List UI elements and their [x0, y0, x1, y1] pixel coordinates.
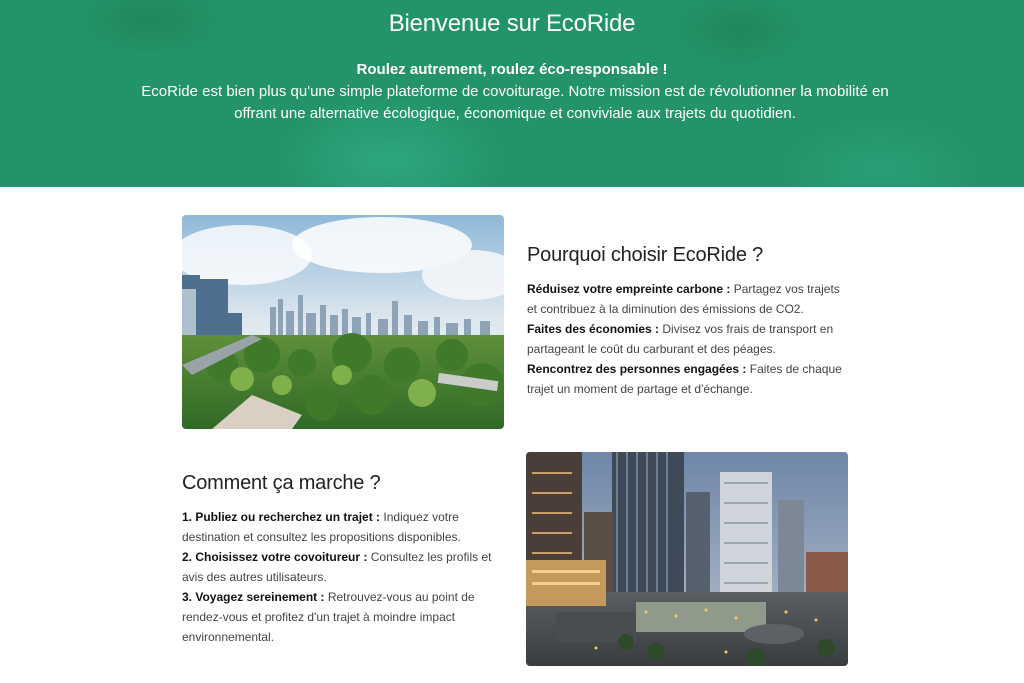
page-title: Bienvenue sur EcoRide [388, 10, 636, 37]
city-towers-photo [526, 452, 848, 666]
why-item: Faites des économies : Divisez vos frais… [527, 319, 843, 359]
why-section: Pourquoi choisir EcoRide ? Réduisez votr… [527, 244, 843, 399]
how-step: 2. Choisissez votre covoitureur : Consul… [182, 547, 504, 587]
how-section: Comment ça marche ? 1. Publiez ou recher… [182, 472, 504, 647]
how-title: Comment ça marche ? [182, 472, 381, 494]
how-step-label: 3. Voyagez sereinement : [182, 590, 325, 604]
how-step-label: 2. Choisissez votre covoitureur : [182, 550, 368, 564]
why-title: Pourquoi choisir EcoRide ? [527, 244, 764, 266]
why-item: Réduisez votre empreinte carbone : Parta… [527, 279, 843, 319]
hero-tagline: Roulez autrement, roulez éco-responsable… [356, 61, 668, 78]
hero-banner: Bienvenue sur EcoRide Roulez autrement, … [0, 0, 1024, 187]
how-step: 1. Publiez ou recherchez un trajet : Ind… [182, 507, 504, 547]
how-step: 3. Voyagez sereinement : Retrouvez-vous … [182, 587, 504, 647]
how-step-label: 1. Publiez ou recherchez un trajet : [182, 510, 381, 524]
why-item-label: Faites des économies : [527, 322, 660, 336]
city-park-photo [182, 215, 504, 429]
why-item-label: Rencontrez des personnes engagées : [527, 362, 747, 376]
why-item-label: Réduisez votre empreinte carbone : [527, 282, 731, 296]
hero-intro: EcoRide est bien plus qu'une simple plat… [141, 83, 889, 122]
why-item: Rencontrez des personnes engagées : Fait… [527, 359, 843, 399]
